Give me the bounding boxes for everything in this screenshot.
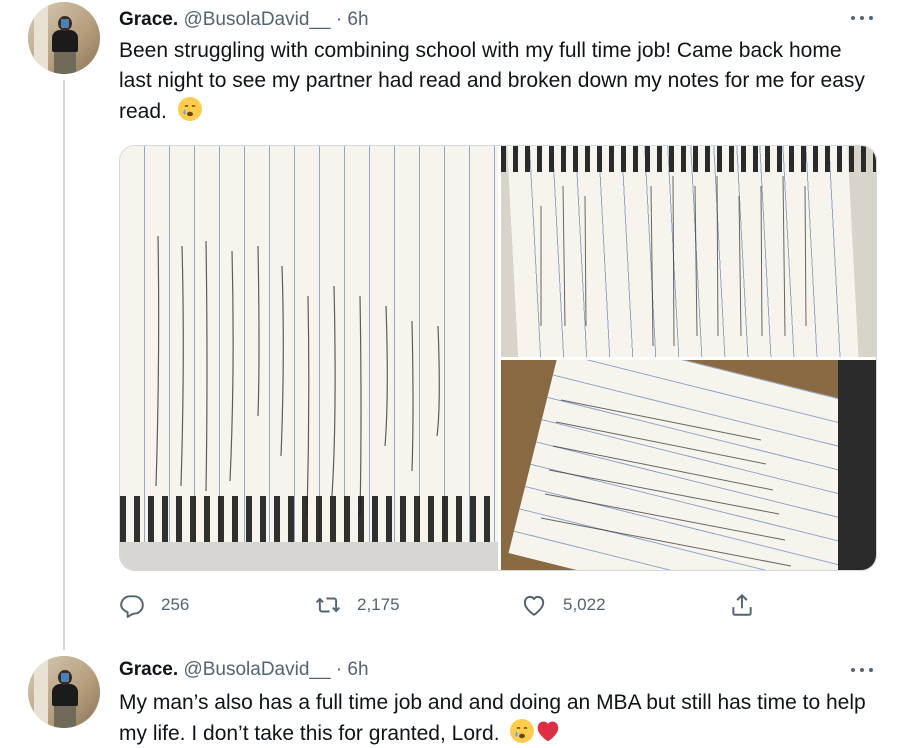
separator-dot: · [335, 659, 343, 680]
like-button[interactable]: 5,022 [521, 590, 606, 620]
author-handle[interactable]: @BusolaDavid__ [183, 659, 330, 680]
tweet-body: Been struggling with combining school wi… [119, 39, 865, 123]
more-icon [851, 668, 855, 672]
handwritten-notes-photo-3[interactable] [501, 360, 876, 570]
share-button[interactable] [729, 590, 755, 620]
reply-button[interactable]: 256 [119, 590, 189, 620]
tweet-actions: 256 2,175 5,022 [119, 590, 759, 620]
author-name[interactable]: Grace. [119, 9, 178, 30]
like-count: 5,022 [563, 595, 606, 614]
avatar[interactable] [28, 2, 100, 74]
retweet-button[interactable]: 2,175 [315, 590, 400, 620]
timestamp[interactable]: 6h [347, 659, 368, 680]
tweet-media-grid[interactable] [119, 145, 877, 571]
more-options-button[interactable] [848, 10, 876, 26]
retweet-icon [315, 597, 341, 613]
reply-icon [120, 595, 144, 618]
share-icon [732, 593, 752, 616]
timestamp[interactable]: 6h [347, 9, 368, 30]
tweet-body: My man’s also has a full time job and an… [119, 691, 866, 745]
red-heart-icon [535, 718, 561, 748]
reply-count: 256 [161, 595, 190, 614]
like-icon [523, 595, 545, 616]
tweet[interactable]: Grace. @BusolaDavid__ · 6h My man’s also… [0, 648, 903, 748]
crying-face-icon [177, 96, 203, 131]
more-options-button[interactable] [848, 662, 876, 678]
more-icon [851, 16, 855, 20]
tweet-text: Been struggling with combining school wi… [119, 36, 879, 131]
avatar[interactable] [28, 656, 100, 728]
crying-face-icon [509, 718, 535, 748]
retweet-count: 2,175 [357, 595, 400, 614]
author-handle[interactable]: @BusolaDavid__ [183, 9, 330, 30]
tweet[interactable]: Grace. @BusolaDavid__ · 6h Been struggli… [0, 0, 903, 648]
tweet-text: My man’s also has a full time job and an… [119, 688, 879, 748]
author-name[interactable]: Grace. [119, 659, 178, 680]
handwritten-notes-photo-1[interactable] [120, 146, 498, 570]
tweet-header: Grace. @BusolaDavid__ · 6h [119, 8, 369, 32]
tweet-header: Grace. @BusolaDavid__ · 6h [119, 658, 369, 682]
handwritten-notes-photo-2[interactable] [501, 146, 876, 357]
separator-dot: · [335, 9, 343, 30]
